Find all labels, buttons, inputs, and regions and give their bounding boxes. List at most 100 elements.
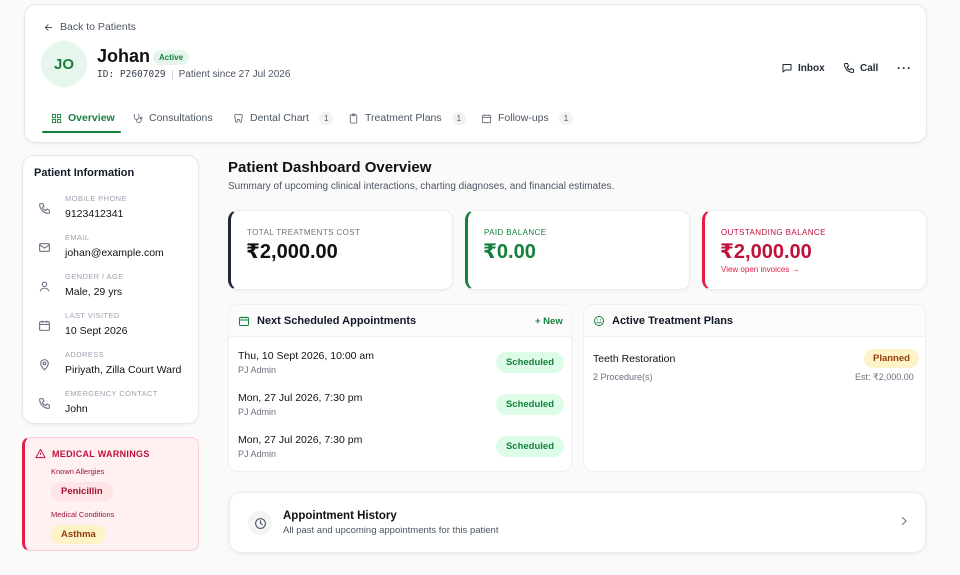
arrow-left-icon [43, 22, 54, 33]
phone-icon [843, 62, 855, 74]
info-value: John [65, 403, 88, 415]
tab-label: Overview [68, 112, 115, 124]
info-label: LAST VISITED [65, 311, 120, 320]
tab-label: Dental Chart [250, 112, 309, 124]
appointment-doctor: PJ Admin [238, 365, 277, 375]
patient-name: Johan [97, 46, 151, 66]
warnings-title: MEDICAL WARNINGS [35, 448, 150, 459]
new-appointment-button[interactable]: + New [535, 316, 563, 327]
tab-count-badge: 1 [558, 111, 574, 125]
call-label: Call [860, 62, 879, 74]
alert-triangle-icon [35, 448, 46, 459]
patient-information-card: Patient Information MOBILE PHONE 9123412… [22, 155, 199, 424]
meta-divider [171, 69, 173, 80]
page-title: Patient Dashboard Overview [228, 159, 432, 176]
tooth-icon [233, 113, 244, 124]
chevron-right-icon [898, 515, 910, 527]
tab-label: Treatment Plans [365, 112, 442, 124]
back-to-patients-link[interactable]: Back to Patients [43, 21, 136, 33]
info-label: ADDRESS [65, 350, 105, 359]
appointment-status-badge[interactable]: Scheduled [495, 436, 564, 457]
stat-value: ₹2,000.00 [246, 241, 338, 263]
stat-total-cost: TOTAL TREATMENTS COST ₹2,000.00 [228, 210, 453, 290]
scheduled-appointments-card: Next Scheduled Appointments + New Thu, 1… [228, 304, 572, 472]
tab-follow-ups[interactable]: Follow-ups 1 [481, 105, 574, 131]
tab-label: Follow-ups [498, 112, 549, 124]
medical-warnings-card: MEDICAL WARNINGS Known Allergies Penicil… [22, 437, 199, 551]
status-badge: Active [153, 50, 190, 65]
appointments-title-text: Next Scheduled Appointments [257, 315, 417, 327]
history-title: Appointment History [283, 510, 397, 522]
appointment-datetime: Mon, 27 Jul 2026, 7:30 pm [238, 392, 363, 404]
tab-overview[interactable]: Overview [51, 105, 115, 131]
history-subtitle: All past and upcoming appointments for t… [283, 525, 499, 536]
info-value: 9123412341 [65, 208, 124, 220]
calendar-icon [238, 315, 250, 327]
plan-estimate: Est: ₹2,000.00 [855, 372, 914, 382]
phone-icon [38, 397, 52, 411]
view-invoices-link[interactable]: View open invoices → [721, 265, 800, 274]
stat-label: PAID BALANCE [484, 228, 547, 237]
clipboard-icon [348, 112, 359, 124]
appointment-doctor: PJ Admin [238, 407, 277, 417]
info-label: GENDER / AGE [65, 272, 124, 281]
smile-icon [593, 315, 605, 327]
tab-count-badge: 1 [451, 111, 467, 125]
appointment-status-badge[interactable]: Scheduled [495, 352, 564, 373]
stat-value: ₹2,000.00 [720, 241, 812, 263]
appointment-history-link[interactable]: Appointment History All past and upcomin… [229, 492, 926, 553]
stat-outstanding-balance: OUTSTANDING BALANCE ₹2,000.00 View open … [702, 210, 927, 290]
info-label: EMERGENCY CONTACT [65, 389, 158, 398]
patient-id: ID: P2607029 [97, 69, 166, 80]
info-value: Piriyath, Zilla Court Ward [65, 364, 182, 376]
back-label: Back to Patients [60, 21, 136, 33]
inbox-button[interactable]: Inbox [775, 57, 831, 79]
appointment-row[interactable]: Thu, 10 Sept 2026, 10:00 am PJ Admin Sch… [238, 350, 564, 386]
user-icon [38, 280, 52, 294]
patient-since: Patient since 27 Jul 2026 [178, 69, 291, 80]
stat-paid-balance: PAID BALANCE ₹0.00 [465, 210, 690, 290]
avatar: JO [41, 41, 87, 87]
section-title: Patient Information [34, 167, 135, 179]
patient-header: Back to Patients JO Johan Active ID: P26… [24, 4, 927, 143]
appointment-status-badge[interactable]: Scheduled [495, 394, 564, 415]
appointment-doctor: PJ Admin [238, 449, 277, 459]
page-subtitle: Summary of upcoming clinical interaction… [228, 181, 615, 192]
appointment-row[interactable]: Mon, 27 Jul 2026, 7:30 pm PJ Admin Sched… [238, 434, 564, 470]
appointment-datetime: Mon, 27 Jul 2026, 7:30 pm [238, 434, 363, 446]
mail-icon [38, 241, 52, 255]
tab-treatment-plans[interactable]: Treatment Plans 1 [348, 105, 467, 131]
stethoscope-icon [132, 113, 143, 124]
plans-title: Active Treatment Plans [593, 315, 733, 327]
map-pin-icon [38, 358, 52, 372]
grid-icon [51, 113, 62, 124]
warnings-title-text: MEDICAL WARNINGS [52, 448, 150, 459]
info-label: EMAIL [65, 233, 90, 242]
plans-title-text: Active Treatment Plans [612, 315, 734, 327]
appointments-title: Next Scheduled Appointments [238, 315, 416, 327]
plan-procedure-count: 2 Procedure(s) [593, 372, 653, 382]
appointment-row[interactable]: Mon, 27 Jul 2026, 7:30 pm PJ Admin Sched… [238, 392, 564, 428]
active-tab-indicator [42, 131, 121, 133]
stat-label: OUTSTANDING BALANCE [721, 228, 826, 237]
phone-icon [38, 202, 52, 216]
plan-name[interactable]: Teeth Restoration [593, 353, 675, 365]
message-icon [781, 62, 793, 74]
tab-count-badge: 1 [318, 111, 334, 125]
clock-icon [248, 511, 272, 535]
calendar-icon [38, 319, 52, 333]
call-button[interactable]: Call [837, 57, 884, 79]
allergies-label: Known Allergies [51, 467, 105, 476]
allergy-tag: Penicillin [51, 482, 113, 501]
tab-consultations[interactable]: Consultations [132, 105, 213, 131]
stat-label: TOTAL TREATMENTS COST [247, 228, 361, 237]
inbox-label: Inbox [798, 62, 825, 74]
calendar-clock-icon [481, 113, 492, 124]
patient-meta: ID: P2607029 Patient since 27 Jul 2026 [97, 69, 290, 80]
info-value: 10 Sept 2026 [65, 325, 128, 337]
condition-tag: Asthma [51, 525, 106, 544]
info-value: johan@example.com [65, 247, 164, 259]
tab-dental-chart[interactable]: Dental Chart 1 [233, 105, 334, 131]
more-options-button[interactable]: ··· [891, 57, 918, 79]
stat-value: ₹0.00 [483, 241, 536, 263]
